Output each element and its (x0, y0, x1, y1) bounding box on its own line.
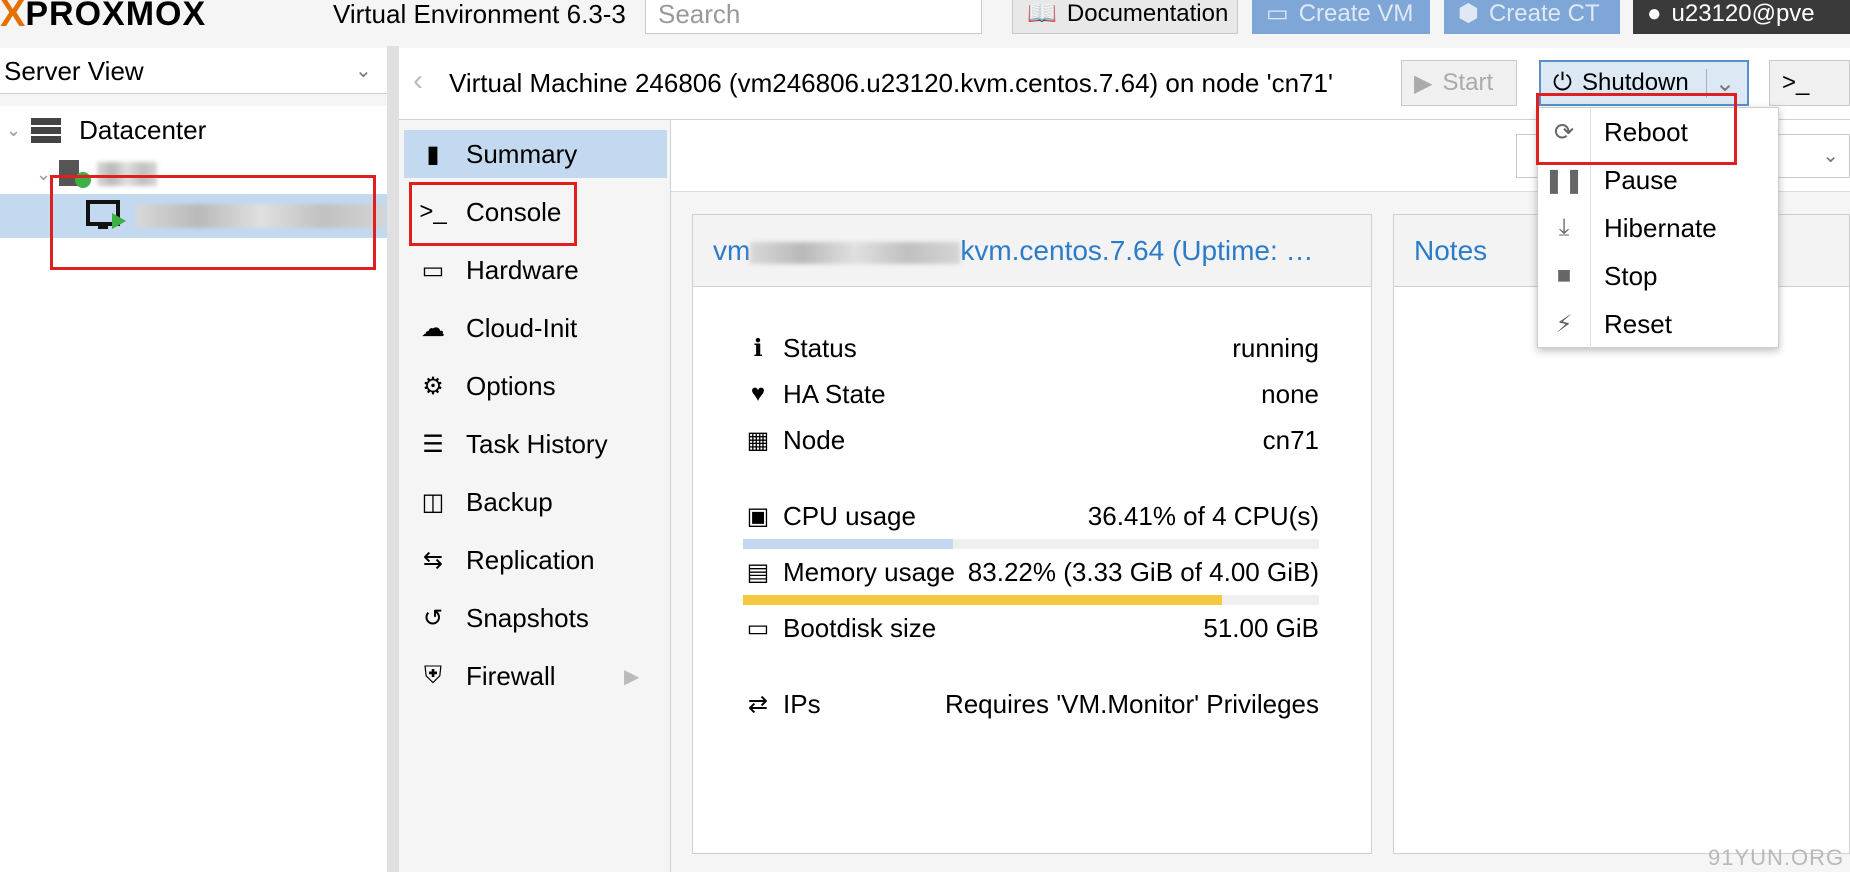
nav-task-history[interactable]: ☰ Task History (404, 420, 667, 468)
status-panel: vm kvm.centos.7.64 (Uptime: … ℹ Status ru… (692, 214, 1372, 854)
top-bar: X PROXMOX Virtual Environment 6.3-3 Searc… (0, 0, 1850, 46)
menu-item-stop[interactable]: ■ Stop (1538, 252, 1780, 300)
cpu-icon: ▣ (746, 502, 770, 530)
nav-cloud-init[interactable]: ☁ Cloud-Init (404, 304, 667, 352)
pause-icon: ❚❚ (1543, 166, 1585, 194)
exchange-icon: ⇄ (747, 690, 769, 718)
server-view-selector[interactable]: Server View ⌄ (0, 48, 387, 94)
play-icon: ▶ (1414, 69, 1433, 97)
nav-firewall[interactable]: ⛨ Firewall ▶ (404, 652, 667, 700)
cpu-usage-fill (743, 539, 953, 549)
version-label: Virtual Environment 6.3-3 (333, 0, 626, 29)
hdd-icon: ▭ (746, 614, 770, 642)
list-icon: ☰ (422, 430, 444, 458)
info-icon: ℹ (753, 334, 763, 362)
vm-title: Virtual Machine 246806 (vm246806.u23120.… (449, 68, 1333, 98)
redacted-hostname (750, 241, 961, 264)
menu-item-reset[interactable]: ⚡ Reset (1538, 300, 1780, 348)
memory-usage-fill (743, 595, 1223, 605)
highlight-box-console (409, 182, 577, 246)
floppy-icon: ◫ (421, 488, 445, 516)
book-icon: ▮ (426, 140, 440, 168)
chevron-down-icon: ⌄ (6, 119, 22, 140)
status-row: ℹ Status running (743, 328, 1319, 368)
gear-icon: ⚙ (422, 372, 444, 400)
node-row: ▦ Node cn71 (743, 420, 1319, 460)
cube-icon: ⬢ (1458, 0, 1479, 27)
nav-summary[interactable]: ▮ Summary (404, 130, 667, 178)
bootdisk-row: ▭ Bootdisk size 51.00 GiB (743, 608, 1319, 648)
start-button[interactable]: ▶ Start (1401, 60, 1517, 106)
download-icon: ⤓ (1558, 214, 1570, 241)
highlight-box-reboot (1536, 93, 1737, 165)
monitor-icon: ▭ (1266, 0, 1289, 27)
search-input[interactable]: Search (645, 0, 982, 34)
create-ct-button[interactable]: ⬢ Create CT (1444, 0, 1620, 34)
documentation-button[interactable]: 📖 Documentation (1012, 0, 1238, 34)
stop-icon: ■ (1556, 262, 1572, 289)
retweet-icon: ⇆ (422, 546, 444, 574)
book-icon: 📖 (1027, 0, 1057, 27)
memory-usage-bar (743, 595, 1319, 605)
ha-state-row: ♥ HA State none (743, 374, 1319, 414)
highlight-box-vm (50, 175, 376, 270)
console-button[interactable]: >_ (1769, 60, 1850, 106)
chevron-down-icon: ⌄ (1822, 145, 1839, 167)
create-vm-button[interactable]: ▭ Create VM (1252, 0, 1430, 34)
status-panel-title: vm kvm.centos.7.64 (Uptime: … (693, 215, 1371, 287)
cloud-icon: ☁ (421, 314, 445, 342)
nav-snapshots[interactable]: ↺ Snapshots (404, 594, 667, 642)
nav-options[interactable]: ⚙ Options (404, 362, 667, 410)
building-icon: ▦ (746, 426, 770, 454)
memory-usage-row: ▤ Memory usage 83.22% (3.33 GiB of 4.00 … (743, 552, 1319, 592)
proxmox-logo: X PROXMOX (0, 0, 207, 35)
heartbeat-icon: ♥ (750, 380, 766, 407)
monitor-icon: ▭ (421, 256, 445, 284)
bolt-icon: ⚡ (1555, 310, 1573, 338)
tree-item-datacenter[interactable]: ⌄ Datacenter (0, 108, 387, 152)
nav-backup[interactable]: ◫ Backup (404, 478, 667, 526)
panel-splitter[interactable] (387, 46, 399, 872)
user-icon: ● (1647, 0, 1662, 27)
watermark: 91YUN.ORG (1708, 845, 1845, 870)
chevron-down-icon: ⌄ (36, 163, 52, 184)
chevron-right-icon: ▶ (624, 665, 640, 688)
cpu-usage-row: ▣ CPU usage 36.41% of 4 CPU(s) (743, 496, 1319, 536)
cpu-usage-bar (743, 539, 1319, 549)
history-icon: ↺ (422, 604, 444, 632)
chevron-left-icon[interactable]: ‹ (413, 64, 423, 98)
user-menu-button[interactable]: ● u23120@pve (1633, 0, 1850, 34)
ips-row: ⇄ IPs Requires 'VM.Monitor' Privileges (743, 684, 1319, 724)
shield-icon: ⛨ (424, 662, 442, 689)
menu-item-hibernate[interactable]: ⤓ Hibernate (1538, 204, 1780, 252)
chevron-down-icon: ⌄ (355, 60, 372, 82)
nav-hardware[interactable]: ▭ Hardware (404, 246, 667, 294)
nav-replication[interactable]: ⇆ Replication (404, 536, 667, 584)
memory-icon: ▤ (746, 558, 770, 586)
server-rack-icon (31, 118, 62, 143)
